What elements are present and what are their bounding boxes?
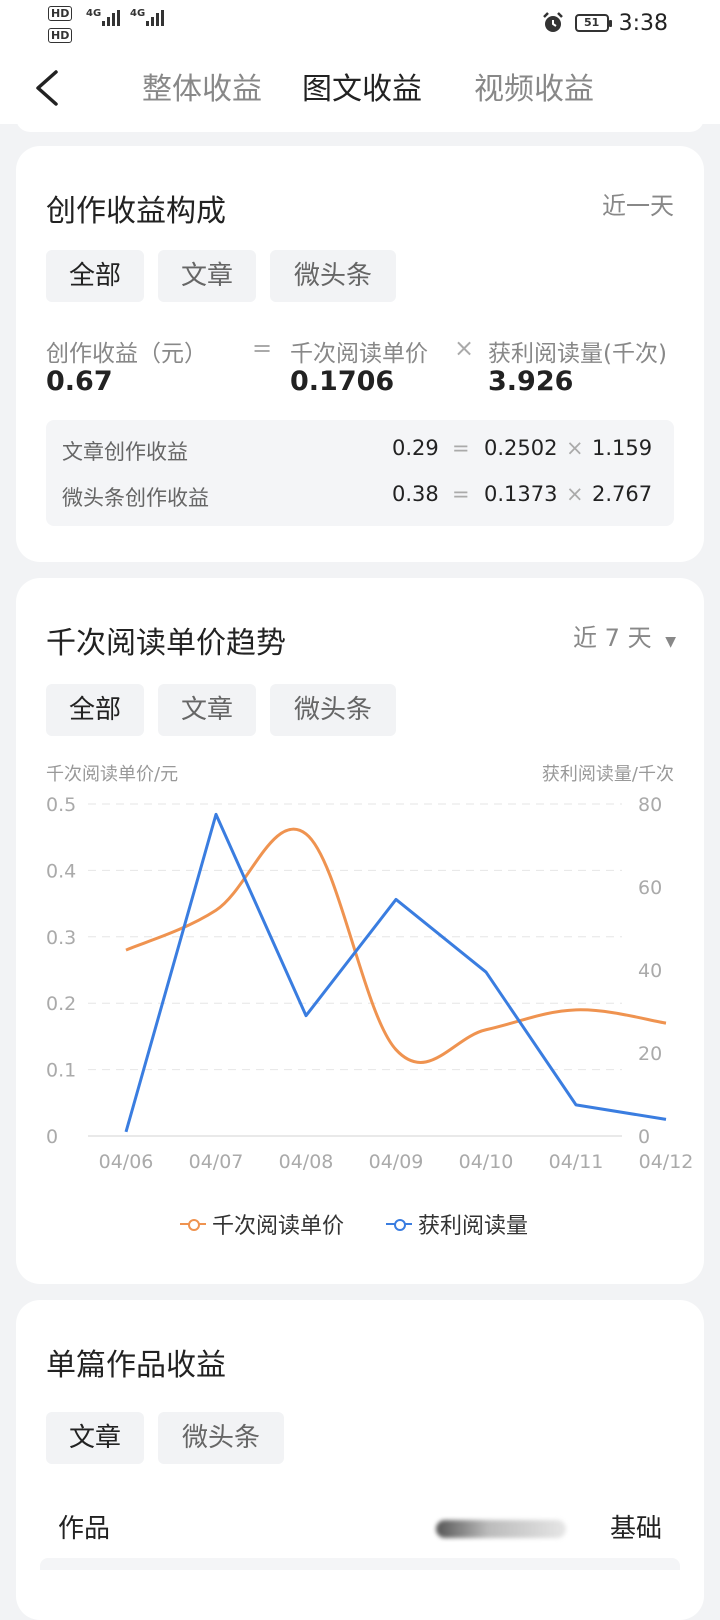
battery-icon: 51 [574, 14, 612, 32]
blurred-content [436, 1520, 566, 1538]
price-label: 千次阅读单价 [290, 341, 428, 367]
range-label: 近 7 天 [573, 624, 652, 652]
times-sign: × [566, 436, 584, 460]
table-row [40, 1558, 680, 1570]
left-tick-label: 0.4 [46, 860, 76, 882]
x-tick-label: 04/07 [189, 1151, 244, 1173]
left-tick-label: 0 [46, 1126, 58, 1148]
network-label: 4G [130, 8, 146, 19]
card-title: 千次阅读单价趋势 [46, 626, 286, 661]
income-label: 创作收益（元） [46, 341, 207, 367]
filter-micro-post[interactable]: 微头条 [270, 684, 396, 736]
legend-item-reads[interactable]: 获利阅读量 [386, 1208, 528, 1240]
income-breakdown: 文章创作收益 0.29 = 0.2502 × 1.159 微头条创作收益 0.3… [46, 420, 674, 526]
x-tick-label: 04/08 [279, 1151, 334, 1173]
alarm-icon [542, 12, 563, 32]
tab-video-income[interactable]: 视频收益 [474, 64, 594, 108]
price-value: 0.1706 [290, 366, 395, 397]
card-title: 单篇作品收益 [46, 1348, 226, 1383]
range-selector[interactable]: 近一天 [602, 186, 674, 221]
breakdown-income: 0.29 [392, 436, 439, 460]
left-tick-label: 0.5 [46, 794, 76, 816]
tab-overall-income[interactable]: 整体收益 [142, 64, 262, 108]
left-axis-title: 千次阅读单价/元 [46, 764, 179, 785]
column-header-base: 基础 [610, 1514, 663, 1544]
clock: 3:38 [618, 10, 668, 36]
right-tick-label: 20 [638, 1043, 662, 1065]
tab-bar: 整体收益 图文收益 视频收益 [0, 52, 720, 124]
equals-sign: = [452, 482, 470, 506]
income-value: 0.67 [46, 366, 113, 397]
signal-icon [146, 10, 164, 26]
series-line-0 [125, 827, 667, 1064]
x-tick-label: 04/12 [639, 1151, 694, 1173]
filter-micro-post[interactable]: 微头条 [270, 250, 396, 302]
right-axis-title: 获利阅读量/千次 [541, 764, 674, 785]
nav-bar: 整体收益 图文收益 视频收益 [0, 52, 720, 124]
legend-label: 千次阅读单价 [212, 1214, 345, 1239]
card-title: 创作收益构成 [46, 194, 226, 229]
tab-article-income[interactable]: 图文收益 [302, 64, 422, 108]
legend-line-icon [386, 1217, 412, 1231]
left-tick-label: 0.3 [46, 927, 76, 949]
legend-label: 获利阅读量 [418, 1214, 529, 1239]
dropdown-triangle-icon: ▼ [665, 634, 676, 650]
breakdown-price: 0.2502 [484, 436, 558, 460]
hd-badge: HD [48, 28, 73, 43]
right-tick-label: 0 [638, 1126, 650, 1148]
right-tick-label: 80 [638, 794, 662, 816]
x-tick-label: 04/11 [549, 1151, 604, 1173]
status-bar: HD HD 4G 4G 51 3:38 [0, 0, 720, 52]
hd-badge: HD [48, 6, 73, 21]
signal-icon [102, 10, 120, 26]
left-tick-label: 0.1 [46, 1060, 76, 1082]
right-tick-label: 40 [638, 960, 662, 982]
reads-label: 获利阅读量(千次) [488, 341, 667, 367]
range-dropdown[interactable]: 近 7 天 ▼ [573, 618, 676, 653]
breakdown-income: 0.38 [392, 482, 439, 506]
signal-area: HD HD 4G 4G [48, 6, 178, 46]
series-line-1 [124, 812, 667, 1133]
breakdown-label: 文章创作收益 [62, 440, 188, 464]
legend-item-price[interactable]: 千次阅读单价 [180, 1208, 344, 1240]
price-trend-card: 千次阅读单价趋势 近 7 天 ▼ 全部 文章 微头条 千次阅读单价/元 获利阅读… [16, 578, 704, 1284]
x-tick-label: 04/10 [459, 1151, 514, 1173]
status-right: 51 3:38 [541, 8, 668, 38]
left-tick-label: 0.2 [46, 993, 76, 1015]
network-label: 4G [86, 8, 102, 19]
filter-micro-post[interactable]: 微头条 [158, 1412, 284, 1464]
trend-chart: 0 0.1 0.2 0.3 0.4 0.5 0 20 40 60 80 04/06 04/07 04/08… [46, 794, 694, 1173]
right-tick-label: 60 [638, 877, 662, 899]
single-work-income-card: 单篇作品收益 文章 微头条 作品 基础 [16, 1300, 704, 1620]
x-tick-label: 04/09 [369, 1151, 424, 1173]
equals-sign: = [252, 334, 273, 362]
filter-article[interactable]: 文章 [158, 250, 256, 302]
filter-article[interactable]: 文章 [46, 1412, 144, 1464]
breakdown-reads: 2.767 [592, 482, 653, 506]
filter-article[interactable]: 文章 [158, 684, 256, 736]
times-sign: × [454, 334, 475, 362]
equals-sign: = [452, 436, 470, 460]
previous-card-edge [16, 118, 704, 132]
filter-all[interactable]: 全部 [46, 684, 144, 736]
breakdown-reads: 1.159 [592, 436, 653, 460]
x-tick-label: 04/06 [99, 1151, 154, 1173]
breakdown-price: 0.1373 [484, 482, 558, 506]
breakdown-label: 微头条创作收益 [62, 486, 209, 510]
filter-all[interactable]: 全部 [46, 250, 144, 302]
times-sign: × [566, 482, 584, 506]
income-composition-card: 创作收益构成 近一天 全部 文章 微头条 创作收益（元） 0.67 = 千次阅读… [16, 146, 704, 562]
legend-line-icon [180, 1217, 206, 1231]
reads-value: 3.926 [488, 366, 574, 397]
column-header-work: 作品 [58, 1514, 111, 1544]
